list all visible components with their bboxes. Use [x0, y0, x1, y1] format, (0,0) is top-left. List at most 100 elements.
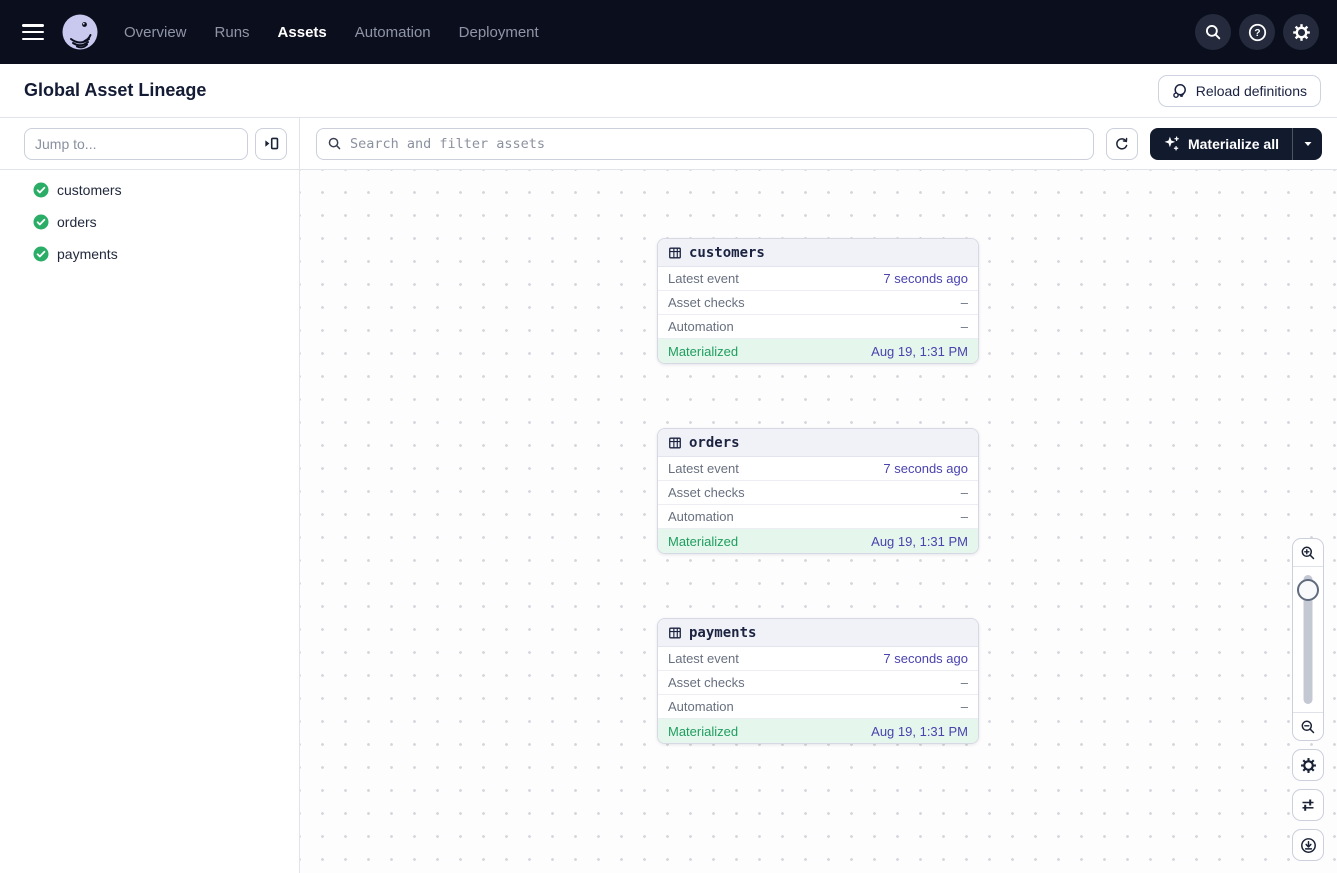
graph-settings-button[interactable]: [1292, 749, 1324, 781]
node-row-automation: Automation –: [658, 505, 978, 529]
asset-name: customers: [57, 182, 122, 198]
collapse-panel-button[interactable]: [255, 128, 287, 160]
gear-icon: [1300, 757, 1317, 774]
zoom-slider[interactable]: [1293, 567, 1323, 712]
primary-nav: Overview Runs Assets Automation Deployme…: [124, 24, 539, 41]
automation-value: –: [961, 319, 968, 334]
table-icon: [668, 436, 682, 450]
node-row-materialized: Materialized Aug 19, 1:31 PM: [658, 719, 978, 743]
node-row-asset-checks: Asset checks –: [658, 481, 978, 505]
graph-filters-button[interactable]: [1292, 789, 1324, 821]
materialized-check-icon: [33, 214, 49, 230]
recenter-view-button[interactable]: [1292, 829, 1324, 861]
automation-value: –: [961, 699, 968, 714]
node-row-latest-event: Latest event 7 seconds ago: [658, 267, 978, 291]
node-title: orders: [689, 435, 740, 451]
page-title: Global Asset Lineage: [24, 80, 206, 101]
refresh-graph-button[interactable]: [1106, 128, 1138, 160]
refresh-icon: [1114, 136, 1130, 152]
nav-item-runs[interactable]: Runs: [215, 24, 250, 41]
materialized-label: Materialized: [668, 534, 738, 549]
reload-definitions-button[interactable]: Reload definitions: [1158, 75, 1321, 107]
asset-checks-value: –: [961, 675, 968, 690]
materialized-label: Materialized: [668, 724, 738, 739]
top-nav-bar: Overview Runs Assets Automation Deployme…: [0, 0, 1337, 64]
help-button[interactable]: ?: [1239, 14, 1275, 50]
table-icon: [668, 246, 682, 260]
node-title: payments: [689, 625, 756, 641]
reload-definitions-label: Reload definitions: [1196, 83, 1307, 99]
materialized-timestamp-link[interactable]: Aug 19, 1:31 PM: [871, 534, 968, 549]
topnav-actions: ?: [1195, 14, 1319, 50]
tune-sliders-icon: [1300, 797, 1316, 813]
sidebar-item-orders[interactable]: orders: [0, 206, 299, 238]
materialized-timestamp-link[interactable]: Aug 19, 1:31 PM: [871, 724, 968, 739]
page-header: Global Asset Lineage Reload definitions: [0, 64, 1337, 118]
asset-checks-value: –: [961, 295, 968, 310]
nav-item-deployment[interactable]: Deployment: [459, 24, 539, 41]
latest-event-link[interactable]: 7 seconds ago: [883, 461, 968, 476]
latest-event-link[interactable]: 7 seconds ago: [883, 271, 968, 286]
materialized-check-icon: [33, 182, 49, 198]
asset-node-customers[interactable]: customers Latest event 7 seconds ago Ass…: [657, 238, 979, 364]
row-label: Asset checks: [668, 295, 745, 310]
nav-item-assets[interactable]: Assets: [278, 24, 327, 41]
latest-event-link[interactable]: 7 seconds ago: [883, 651, 968, 666]
sparkle-icon: [1163, 135, 1180, 152]
row-label: Asset checks: [668, 675, 745, 690]
lineage-toolbar: Materialize all: [300, 118, 1337, 170]
asset-node-payments[interactable]: payments Latest event 7 seconds ago Asse…: [657, 618, 979, 744]
node-header: customers: [658, 239, 978, 267]
row-label: Latest event: [668, 271, 739, 286]
asset-list: customers orders payments: [0, 170, 299, 270]
node-row-automation: Automation –: [658, 695, 978, 719]
zoom-slider-handle[interactable]: [1297, 579, 1319, 601]
row-label: Automation: [668, 319, 734, 334]
row-label: Latest event: [668, 461, 739, 476]
menu-icon[interactable]: [22, 24, 44, 40]
node-row-materialized: Materialized Aug 19, 1:31 PM: [658, 339, 978, 363]
automation-value: –: [961, 509, 968, 524]
nav-item-overview[interactable]: Overview: [124, 24, 187, 41]
materialize-all-dropdown[interactable]: [1292, 128, 1322, 160]
search-icon: [327, 136, 342, 151]
help-icon: ?: [1248, 23, 1267, 42]
asset-name: payments: [57, 246, 118, 262]
zoom-in-button[interactable]: [1293, 539, 1323, 567]
arrow-down-circle-icon: [1300, 837, 1317, 854]
sidebar-item-customers[interactable]: customers: [0, 174, 299, 206]
dagster-logo-icon[interactable]: [62, 14, 98, 50]
collapse-panel-icon: [263, 135, 280, 152]
nav-item-automation[interactable]: Automation: [355, 24, 431, 41]
search-icon: [1204, 23, 1222, 41]
zoom-out-button[interactable]: [1293, 712, 1323, 740]
row-label: Automation: [668, 699, 734, 714]
sidebar-toolbar: [0, 118, 299, 170]
code-location-reload-icon: [1172, 83, 1188, 99]
jump-to-input[interactable]: [24, 128, 248, 160]
gear-icon: [1292, 23, 1311, 42]
sidebar-item-payments[interactable]: payments: [0, 238, 299, 270]
node-row-latest-event: Latest event 7 seconds ago: [658, 647, 978, 671]
row-label: Automation: [668, 509, 734, 524]
svg-text:?: ?: [1254, 28, 1260, 39]
asset-checks-value: –: [961, 485, 968, 500]
node-row-materialized: Materialized Aug 19, 1:31 PM: [658, 529, 978, 553]
lineage-main: Materialize all: [300, 118, 1337, 873]
asset-node-orders[interactable]: orders Latest event 7 seconds ago Asset …: [657, 428, 979, 554]
node-row-automation: Automation –: [658, 315, 978, 339]
materialized-timestamp-link[interactable]: Aug 19, 1:31 PM: [871, 344, 968, 359]
search-button[interactable]: [1195, 14, 1231, 50]
materialize-all-split-button: Materialize all: [1150, 128, 1322, 160]
settings-button[interactable]: [1283, 14, 1319, 50]
zoom-in-icon: [1300, 545, 1316, 561]
zoom-controls: [1292, 538, 1324, 741]
asset-search-box[interactable]: [316, 128, 1094, 160]
materialized-label: Materialized: [668, 344, 738, 359]
asset-search-input[interactable]: [350, 136, 1083, 152]
materialize-all-button[interactable]: Materialize all: [1150, 128, 1292, 160]
table-icon: [668, 626, 682, 640]
lineage-canvas[interactable]: customers Latest event 7 seconds ago Ass…: [300, 170, 1337, 873]
node-row-asset-checks: Asset checks –: [658, 291, 978, 315]
row-label: Latest event: [668, 651, 739, 666]
